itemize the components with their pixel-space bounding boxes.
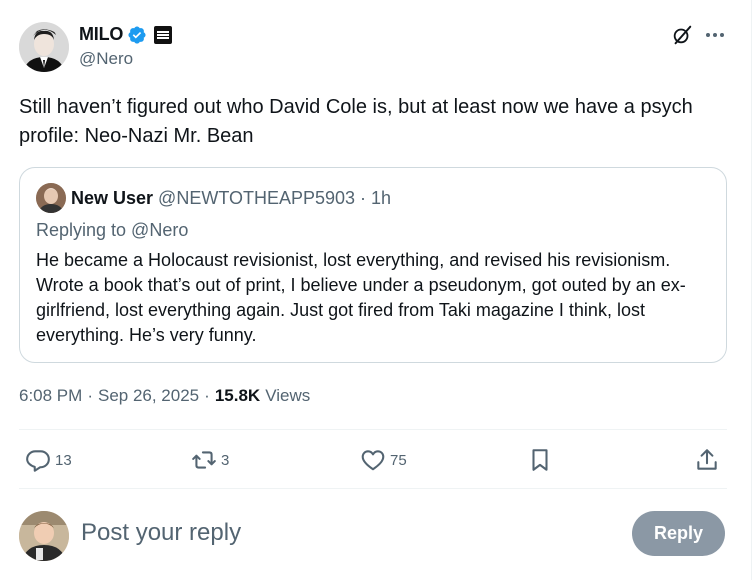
share-icon <box>697 449 717 470</box>
quoted-text: He became a Holocaust revisionist, lost … <box>36 250 686 345</box>
reply-action[interactable]: 13 <box>25 446 72 474</box>
reply-icon <box>26 450 50 472</box>
affiliate-badge-icon[interactable] <box>154 25 173 44</box>
views-label: Views <box>265 386 311 405</box>
quoted-author-avatar[interactable] <box>36 183 66 213</box>
quoted-author-handle[interactable]: @NEWTOTHEAPP5903 <box>158 188 355 209</box>
tweet-text: Still haven’t figured out who David Cole… <box>19 96 693 147</box>
repost-icon <box>192 451 216 469</box>
repost-action[interactable]: 3 <box>191 446 229 474</box>
repost-count: 3 <box>221 451 230 469</box>
author-name[interactable]: MILO <box>79 24 123 45</box>
replying-to: Replying to @Nero <box>36 220 189 240</box>
reply-button[interactable]: Reply <box>632 511 725 556</box>
reply-input[interactable]: Post your reply <box>81 519 241 547</box>
author-name-row: MILO <box>79 24 173 45</box>
like-count: 75 <box>390 451 407 469</box>
more-icon[interactable] <box>703 24 727 46</box>
bookmark-icon <box>532 449 548 471</box>
dot-separator: · <box>87 386 93 405</box>
current-user-avatar[interactable] <box>19 511 69 561</box>
quoted-timestamp[interactable]: 1h <box>371 188 391 209</box>
reply-count: 13 <box>55 451 72 469</box>
share-action[interactable] <box>694 446 720 474</box>
author-handle[interactable]: @Nero <box>79 49 133 69</box>
divider <box>19 429 727 430</box>
post-detail: MILO @Nero Still haven’t figured out who… <box>0 0 752 580</box>
author-avatar[interactable] <box>19 22 69 72</box>
bookmark-action[interactable] <box>527 446 553 474</box>
like-action[interactable]: 75 <box>360 446 407 474</box>
dot-separator: · <box>204 386 210 405</box>
quoted-author-name[interactable]: New User <box>71 188 153 209</box>
heart-icon <box>361 450 385 471</box>
post-time[interactable]: 6:08 PM <box>19 386 82 406</box>
quoted-header: New User @NEWTOTHEAPP5903 · 1h <box>71 188 391 209</box>
divider <box>19 488 727 489</box>
dot-separator: · <box>360 188 367 208</box>
grok-icon[interactable] <box>671 24 693 46</box>
post-metadata: 6:08 PM · Sep 26, 2025 · 15.8K Views <box>19 386 310 406</box>
views-count: 15.8K <box>214 386 261 405</box>
quoted-post[interactable]: New User @NEWTOTHEAPP5903 · 1h Replying … <box>19 167 727 363</box>
post-date[interactable]: Sep 26, 2025 <box>98 386 199 406</box>
verified-badge-icon[interactable] <box>127 25 147 45</box>
